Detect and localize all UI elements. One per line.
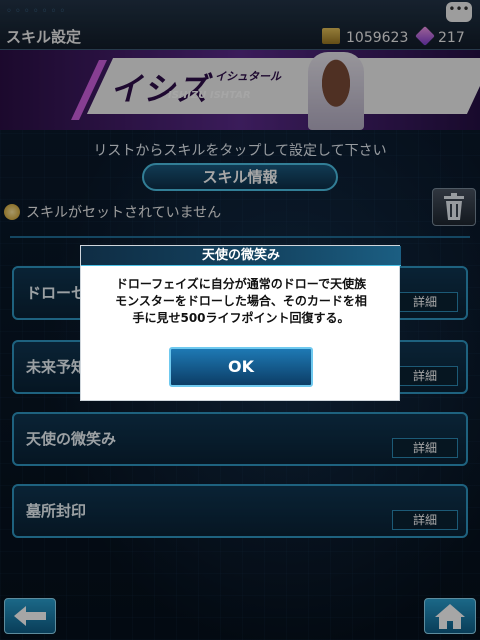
dialog-line: 手に見せ500ライフポイント回復する。 xyxy=(132,311,350,325)
dialog-line: ドローフェイズに自分が通常のドローで天使族 xyxy=(115,277,367,291)
dialog-line: モンスターをドローした場合、そのカードを相 xyxy=(115,294,367,308)
skill-dialog: 天使の微笑み ドローフェイズに自分が通常のドローで天使族 モンスターをドローした… xyxy=(80,245,401,401)
dialog-description: ドローフェイズに自分が通常のドローで天使族 モンスターをドローした場合、そのカー… xyxy=(87,276,395,327)
ok-button[interactable]: OK xyxy=(169,347,313,387)
dialog-title: 天使の微笑み xyxy=(81,246,401,266)
